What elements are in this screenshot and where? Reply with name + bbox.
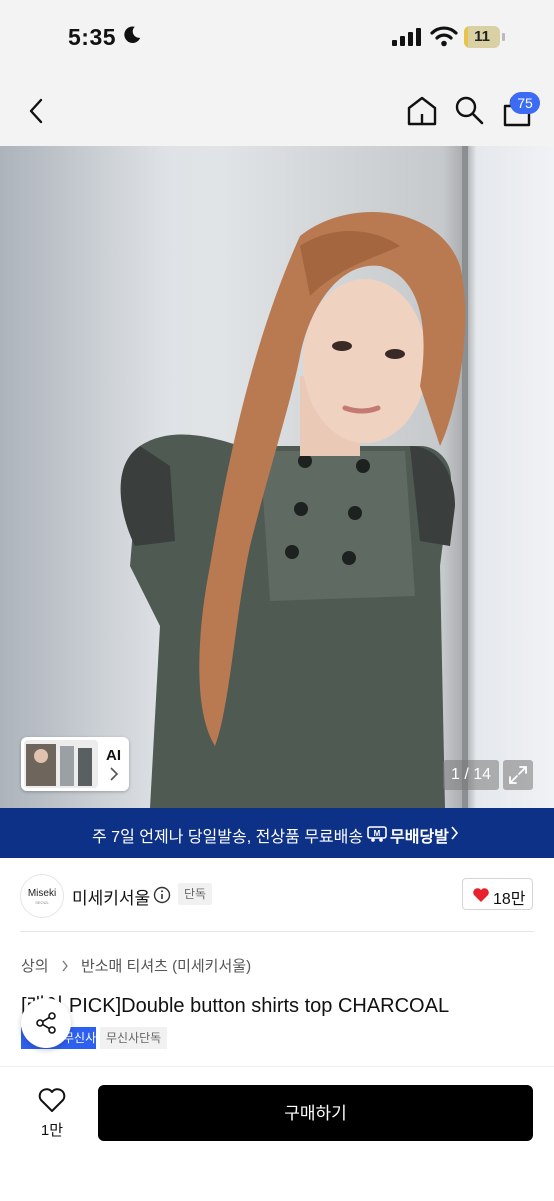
battery-indicator: 11 [464,26,506,48]
promo-brand-label: 무배당발 [390,829,449,846]
brand-row: Miseki SEOUL 미세키서울 단독 18만 [0,872,554,918]
cart-count-badge[interactable]: 75 [510,92,540,114]
image-counter: 1 / 14 [443,760,499,790]
cellular-signal-icon [392,28,421,46]
wifi-icon [430,26,458,47]
status-time: 5:35 [68,24,117,50]
breadcrumb-subcategory[interactable]: 반소매 티셔츠 (미세키서울) [81,958,251,975]
chevron-right-icon [62,960,68,971]
brand-like-count: 18만 [493,891,526,908]
promo-text: 주 7일 언제나 당일발송, 전상품 무료배송 [92,829,364,846]
bottom-action-bar: 1만 구매하기 [0,1066,554,1201]
chevron-left-icon[interactable] [24,96,50,126]
heart-outline-icon[interactable] [38,1087,66,1113]
battery-level: 11 [474,28,490,45]
share-icon [36,1012,56,1034]
expand-button[interactable] [503,760,533,790]
heart-filled-icon [473,888,489,902]
chevron-right-icon [110,767,119,781]
brand-name[interactable]: 미세키서울 [72,884,150,909]
share-button[interactable] [21,998,71,1048]
expand-icon [509,766,527,784]
delivery-truck-icon: M [367,826,387,842]
status-bar: 5:35 11 [0,0,554,76]
divider [20,931,534,932]
shipping-promo-banner[interactable]: 주 7일 언제나 당일발송, 전상품 무료배송 M 무배당발 [0,808,554,858]
musinsa-exclusive-tag: 무신사단독 [100,1027,168,1049]
breadcrumb-category[interactable]: 상의 [21,958,49,975]
top-nav-bar [0,76,554,146]
home-icon[interactable] [405,94,439,128]
breadcrumb: 상의 반소매 티셔츠 (미세키서울) [21,955,251,976]
buy-button[interactable]: 구매하기 [98,1085,533,1141]
search-icon[interactable] [453,94,485,126]
chevron-right-icon [451,826,459,840]
exclusive-badge: 단독 [178,883,213,905]
model-photo [120,212,466,808]
ai-thumbnail-card[interactable]: AI [21,737,129,791]
wish-count: 1만 [40,1122,64,1139]
brand-like-button[interactable]: 18만 [462,878,533,910]
ai-label: AI [106,747,121,764]
moon-icon [124,26,141,43]
brand-logo[interactable]: Miseki SEOUL [20,874,64,918]
thumbnail-strip [24,740,98,788]
svg-text:M: M [374,829,381,838]
product-hero-image[interactable] [0,146,554,808]
product-title: [래이 PICK]Double button shirts top CHARCO… [21,995,450,1017]
info-icon[interactable] [153,886,171,904]
